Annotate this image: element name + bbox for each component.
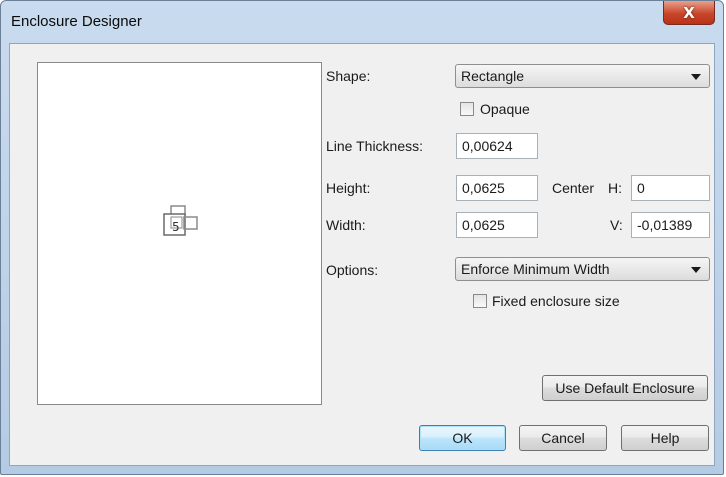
center-h-label: H: (608, 180, 622, 196)
dialog-client-area: 5 Shape: Rectangle Opaque Line Thickness… (9, 43, 715, 466)
close-button[interactable]: X (663, 1, 715, 25)
width-field[interactable]: 0,0625 (456, 212, 538, 238)
fixed-size-label: Fixed enclosure size (492, 293, 620, 309)
center-h-value: 0 (637, 180, 645, 196)
shape-value: Rectangle (461, 68, 525, 84)
options-dropdown[interactable]: Enforce Minimum Width (455, 257, 710, 281)
center-v-label: V: (610, 217, 623, 233)
dialog-window: Enclosure Designer X 5 Shape: Rectangle … (0, 0, 724, 475)
chevron-down-icon (691, 267, 701, 273)
title-bar[interactable]: Enclosure Designer X (1, 1, 723, 43)
enclosure-preview-icon: 5 (163, 205, 198, 236)
close-icon: X (683, 3, 695, 22)
shape-label: Shape: (326, 68, 371, 84)
center-v-value: -0,01389 (637, 217, 693, 233)
opaque-checkbox[interactable] (460, 102, 474, 116)
width-label: Width: (326, 217, 366, 233)
fixed-size-checkbox[interactable] (473, 294, 487, 308)
window-title: Enclosure Designer (11, 13, 142, 30)
center-v-field[interactable]: -0,01389 (631, 212, 710, 238)
center-h-field[interactable]: 0 (631, 175, 710, 201)
height-label: Height: (326, 180, 371, 196)
options-value: Enforce Minimum Width (461, 261, 610, 277)
use-default-enclosure-button[interactable]: Use Default Enclosure (542, 375, 708, 401)
help-button[interactable]: Help (621, 425, 709, 451)
ok-button[interactable]: OK (419, 425, 506, 451)
cancel-button[interactable]: Cancel (519, 425, 607, 451)
center-label: Center (552, 180, 595, 196)
line-thickness-label: Line Thickness: (326, 138, 424, 154)
enclosure-preview: 5 (37, 62, 322, 405)
opaque-label: Opaque (480, 101, 530, 117)
width-value: 0,0625 (462, 217, 505, 233)
line-thickness-value: 0,00624 (462, 138, 513, 154)
chevron-down-icon (691, 74, 701, 80)
height-value: 0,0625 (462, 180, 505, 196)
options-label: Options: (326, 262, 379, 278)
shape-dropdown[interactable]: Rectangle (455, 64, 710, 88)
preview-symbol-glyph: 5 (172, 220, 180, 234)
height-field[interactable]: 0,0625 (456, 175, 538, 201)
line-thickness-field[interactable]: 0,00624 (456, 133, 538, 159)
